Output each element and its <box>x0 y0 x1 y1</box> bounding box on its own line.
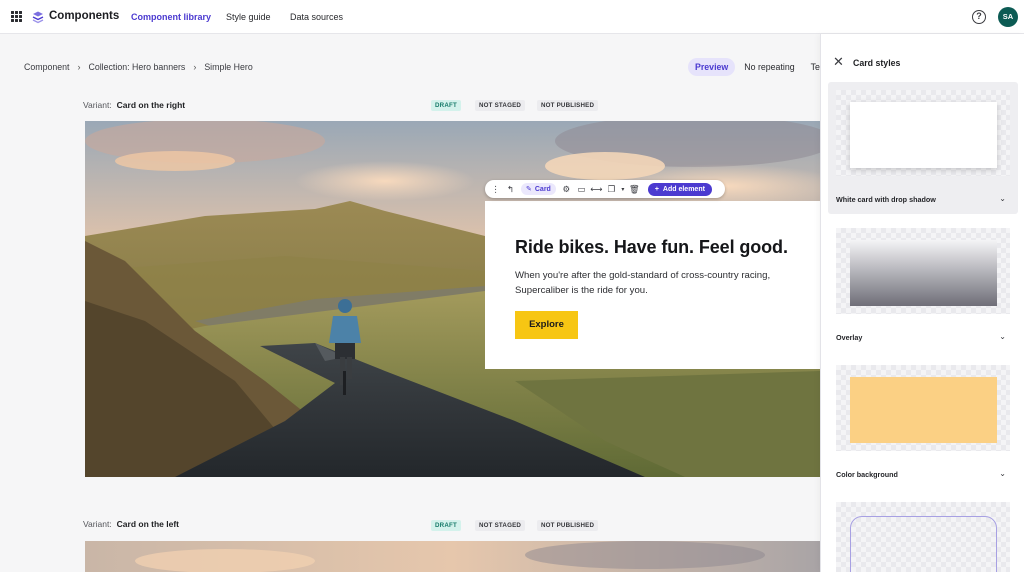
style-option-white-card[interactable]: White card with drop shadow ⌄ <box>828 82 1018 214</box>
element-toolbar: ⋮ ↰ ✎ Card ⚙ ▭ ⟷ ❐ ▾ 🗑 + Add element <box>485 180 725 198</box>
white-card-swatch <box>850 102 997 168</box>
tab-no-repeating[interactable]: No repeating <box>737 58 801 76</box>
card-element-chip[interactable]: ✎ Card <box>521 183 556 195</box>
app-brand-name: Components <box>49 10 120 22</box>
hero-landscape-image <box>85 541 820 572</box>
style-preview <box>836 365 1010 451</box>
user-avatar[interactable]: SA <box>998 7 1018 27</box>
variant-header: Variant: Card on the left <box>83 519 179 529</box>
pencil-icon: ✎ <box>526 186 532 193</box>
tab-preview[interactable]: Preview <box>688 58 736 76</box>
style-option-overlay[interactable]: Overlay ⌄ <box>828 220 1018 352</box>
style-option-outlined[interactable] <box>828 494 1018 572</box>
style-label: White card with drop shadow <box>836 195 936 204</box>
breadcrumb-chevron-icon: › <box>193 62 197 72</box>
app-grid-icon[interactable] <box>11 11 22 22</box>
breadcrumb-component[interactable]: Component <box>24 62 69 72</box>
add-element-label: Add element <box>662 185 705 193</box>
nav-style-guide[interactable]: Style guide <box>226 12 271 22</box>
settings-icon[interactable]: ⚙ <box>559 182 574 196</box>
select-parent-icon[interactable]: ↰ <box>503 182 518 196</box>
variant-prefix: Variant: <box>83 519 112 529</box>
outlined-swatch <box>850 516 997 572</box>
explore-button[interactable]: Explore <box>515 311 578 339</box>
nav-component-library[interactable]: Component library <box>131 12 211 22</box>
layout-icon[interactable]: ▭ <box>574 182 589 196</box>
overlay-swatch <box>850 240 997 306</box>
breadcrumb-current[interactable]: Simple Hero <box>204 62 252 72</box>
hero-card-body[interactable]: When you're after the gold-standard of c… <box>515 268 805 298</box>
chevron-down-icon[interactable]: ⌄ <box>999 469 1006 478</box>
plus-icon: + <box>654 185 659 193</box>
card-styles-panel: ✕ Card styles White card with drop shado… <box>820 34 1024 572</box>
panel-title: Card styles <box>853 58 901 68</box>
variant-header: Variant: Card on the right <box>83 100 185 110</box>
card-element-label: Card <box>534 185 551 193</box>
breadcrumb-collection[interactable]: Collection: Hero banners <box>88 62 185 72</box>
close-icon[interactable]: ✕ <box>833 55 844 68</box>
variant-name[interactable]: Card on the left <box>117 519 179 529</box>
top-navigation-bar: Components Component library Style guide… <box>0 0 1024 34</box>
hero-card[interactable]: Ride bikes. Have fun. Feel good. When yo… <box>485 201 820 369</box>
style-label: Color background <box>836 470 898 479</box>
variant-prefix: Variant: <box>83 100 112 110</box>
status-badge-draft: DRAFT <box>431 520 461 531</box>
status-badge-not-staged: NOT STAGED <box>475 520 526 531</box>
chevron-down-icon[interactable]: ▾ <box>619 182 627 196</box>
preview-tabs: Preview No repeating Ter <box>688 58 832 76</box>
width-icon[interactable]: ⟷ <box>589 182 604 196</box>
status-badge-not-published: NOT PUBLISHED <box>537 520 599 531</box>
duplicate-icon[interactable]: ❐ <box>604 182 619 196</box>
drag-handle-icon[interactable]: ⋮ <box>488 182 503 196</box>
style-option-color-background[interactable]: Color background ⌄ <box>828 357 1018 489</box>
trash-icon[interactable]: 🗑 <box>627 182 642 196</box>
chevron-down-icon[interactable]: ⌄ <box>999 194 1006 203</box>
hero-card-title[interactable]: Ride bikes. Have fun. Feel good. <box>515 237 788 258</box>
breadcrumb-chevron-icon: › <box>77 62 81 72</box>
chevron-down-icon[interactable]: ⌄ <box>999 332 1006 341</box>
breadcrumb: Component › Collection: Hero banners › S… <box>24 62 253 72</box>
color-swatch <box>850 377 997 443</box>
hero-banner-preview-2[interactable] <box>85 541 820 572</box>
status-badge-not-staged: NOT STAGED <box>475 100 526 111</box>
status-badge-draft: DRAFT <box>431 100 461 111</box>
add-element-button[interactable]: + Add element <box>647 182 712 196</box>
variant-name[interactable]: Card on the right <box>117 100 185 110</box>
nav-data-sources[interactable]: Data sources <box>290 12 343 22</box>
style-label: Overlay <box>836 333 863 342</box>
style-preview <box>836 228 1010 314</box>
components-logo-icon <box>32 11 44 24</box>
help-icon[interactable]: ? <box>972 10 986 24</box>
status-badge-not-published: NOT PUBLISHED <box>537 100 599 111</box>
style-preview <box>836 90 1010 176</box>
style-preview <box>836 502 1010 572</box>
